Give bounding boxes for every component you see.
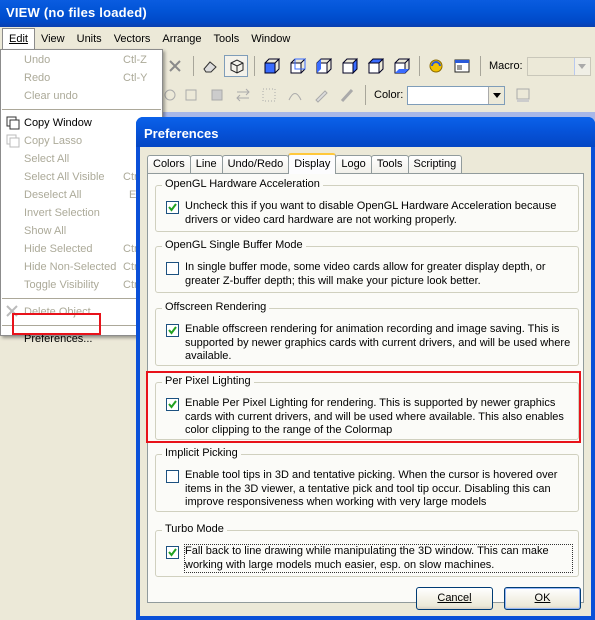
option-text: Uncheck this if you want to disable Open… — [185, 200, 557, 226]
menu-tools[interactable]: Tools — [208, 31, 246, 47]
toolbar-separator — [193, 56, 194, 76]
dialog-title-bar: Preferences — [136, 117, 595, 147]
per-pixel-lighting-highlight-box — [146, 371, 581, 443]
ok-button[interactable]: OK — [504, 587, 581, 610]
group-title: OpenGL Hardware Acceleration — [162, 178, 323, 190]
menu-item-redo[interactable]: Redo Ctl-Y — [1, 69, 162, 87]
arc-tool-icon[interactable] — [283, 84, 307, 106]
menu-bar: Edit View Units Vectors Arrange Tools Wi… — [0, 27, 595, 50]
toolbar-separator — [480, 56, 481, 76]
move-arrows-icon[interactable] — [231, 84, 255, 106]
group-title: OpenGL Single Buffer Mode — [162, 239, 306, 251]
preferences-highlight-box — [12, 313, 101, 335]
dialog-title: Preferences — [144, 126, 219, 141]
checkbox-single-buffer[interactable] — [166, 262, 179, 275]
toolbar-separator — [254, 56, 255, 76]
checkbox-implicit-picking[interactable] — [166, 470, 179, 483]
macro-label: Macro: — [489, 60, 523, 72]
checkmark-icon — [168, 326, 177, 335]
preferences-dialog: Preferences Colors Line Undo/Redo Displa… — [136, 117, 595, 620]
pencil-icon[interactable] — [309, 84, 333, 106]
chevron-down-icon — [573, 57, 590, 75]
tab-line[interactable]: Line — [189, 155, 223, 173]
circle-tool-icon[interactable] — [163, 84, 177, 106]
menu-view[interactable]: View — [35, 31, 71, 47]
group-title: Offscreen Rendering — [162, 301, 270, 313]
menu-item-clear-undo[interactable]: Clear undo — [1, 87, 162, 105]
group-single-buffer: OpenGL Single Buffer Mode In single buff… — [155, 239, 579, 293]
lighting-sphere-icon[interactable] — [424, 55, 448, 77]
color-swatch-icon[interactable] — [511, 84, 535, 106]
option-text: Fall back to line drawing while manipula… — [184, 544, 573, 573]
brush-icon[interactable] — [335, 84, 359, 106]
window-layout-icon[interactable] — [450, 55, 474, 77]
filled-square-icon[interactable] — [205, 84, 229, 106]
tab-logo[interactable]: Logo — [335, 155, 372, 173]
group-title: Implicit Picking — [162, 447, 241, 459]
menu-edit[interactable]: Edit — [2, 28, 35, 49]
menu-vectors[interactable]: Vectors — [108, 31, 157, 47]
tab-undo-redo[interactable]: Undo/Redo — [221, 155, 290, 173]
checkbox-offscreen-rendering[interactable] — [166, 324, 179, 337]
close-x-icon[interactable] — [163, 55, 187, 77]
tab-scripting[interactable]: Scripting — [407, 155, 463, 173]
wire-cube-icon[interactable] — [224, 55, 248, 77]
view-cube-left-icon[interactable] — [311, 55, 335, 77]
option-text: In single buffer mode, some video cards … — [185, 261, 546, 287]
menu-units[interactable]: Units — [71, 31, 108, 47]
menu-item-undo[interactable]: Undo Ctl-Z — [1, 51, 162, 69]
checkmark-icon — [168, 203, 177, 212]
tab-colors[interactable]: Colors — [147, 155, 191, 173]
group-title: Turbo Mode — [162, 523, 227, 535]
group-opengl-hw-accel: OpenGL Hardware Acceleration Uncheck thi… — [155, 178, 579, 232]
option-text: Enable tool tips in 3D and tentative pic… — [185, 469, 558, 508]
group-offscreen-rendering: Offscreen Rendering Enable offscreen ren… — [155, 301, 579, 366]
toolbar-separator — [419, 56, 420, 76]
app-title-bar: VIEW (no files loaded) — [0, 0, 595, 27]
view-cube-front-icon[interactable] — [259, 55, 283, 77]
color-select[interactable] — [407, 85, 506, 105]
group-implicit-picking: Implicit Picking Enable tool tips in 3D … — [155, 447, 579, 512]
view-cube-bottom-icon[interactable] — [389, 55, 413, 77]
toolbar-area: Macro: Color: — [163, 50, 595, 112]
option-text: Enable offscreen rendering for animation… — [185, 323, 571, 362]
menu-arrange[interactable]: Arrange — [156, 31, 207, 47]
checkbox-opengl-hw-accel[interactable] — [166, 201, 179, 214]
toolbar-separator — [365, 85, 366, 105]
app-title: VIEW (no files loaded) — [6, 5, 147, 20]
group-turbo-mode: Turbo Mode Fall back to line drawing whi… — [155, 523, 579, 577]
menu-window[interactable]: Window — [245, 31, 296, 47]
menu-separator — [2, 109, 161, 110]
checkbox-turbo-mode[interactable] — [166, 546, 179, 559]
view-cube-back-icon[interactable] — [285, 55, 309, 77]
color-label: Color: — [374, 89, 404, 101]
dotted-grid-icon[interactable] — [257, 84, 281, 106]
chevron-down-icon — [488, 86, 505, 104]
cancel-button[interactable]: Cancel — [416, 587, 493, 610]
view-cube-top-icon[interactable] — [363, 55, 387, 77]
tab-strip: Colors Line Undo/Redo Display Logo Tools… — [147, 153, 463, 174]
macro-select[interactable] — [526, 56, 591, 76]
tab-tools[interactable]: Tools — [370, 155, 409, 173]
square-tool-icon[interactable] — [179, 84, 203, 106]
eraser-icon[interactable] — [198, 55, 222, 77]
checkmark-icon — [168, 548, 177, 557]
view-cube-right-icon[interactable] — [337, 55, 361, 77]
tab-display[interactable]: Display — [288, 153, 337, 174]
